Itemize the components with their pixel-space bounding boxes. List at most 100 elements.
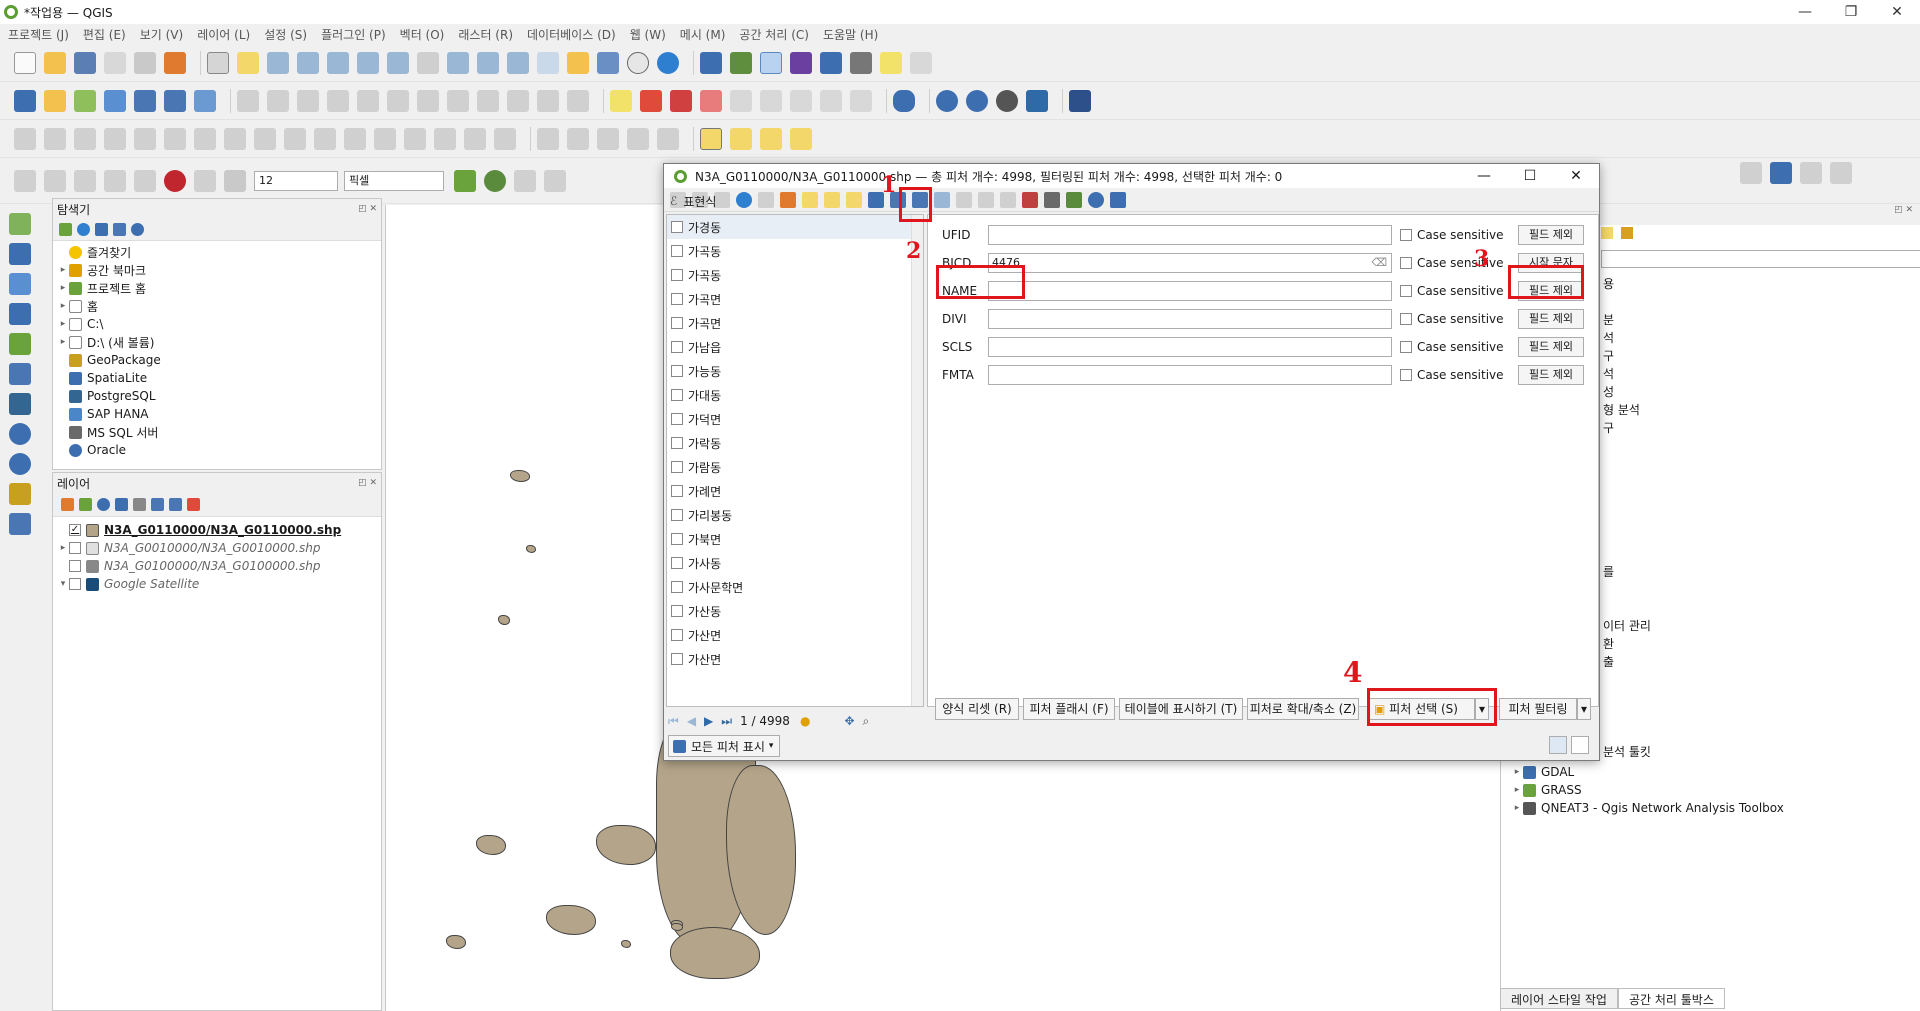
layer-visibility-checkbox[interactable] — [69, 578, 81, 590]
collapse-all-icon[interactable] — [113, 223, 126, 236]
new-layout-icon[interactable] — [104, 51, 126, 74]
layer-visibility-checkbox[interactable] — [69, 560, 81, 572]
python-console-icon[interactable] — [1026, 89, 1048, 112]
overflow-icon[interactable] — [1800, 162, 1822, 184]
browser-item-mssql[interactable]: MS SQL 서버 — [57, 423, 381, 441]
new-3d-view-icon[interactable] — [537, 51, 559, 74]
divi-input[interactable] — [988, 309, 1392, 329]
menu-vector[interactable]: 벡터 (O) — [400, 26, 445, 43]
snap-mode-icon[interactable] — [44, 169, 66, 192]
menu-settings[interactable]: 설정 (S) — [264, 26, 307, 43]
add-virtual-layer-icon[interactable] — [9, 483, 31, 505]
menu-web[interactable]: 웹 (W) — [630, 26, 666, 43]
layout-manager-icon[interactable] — [134, 51, 156, 74]
move-icon[interactable]: ✥ — [844, 714, 854, 728]
case-sensitive-checkbox[interactable]: Case sensitive — [1400, 228, 1518, 242]
add-wfs-layer-icon[interactable] — [9, 453, 31, 475]
field-calculator-icon[interactable] — [1044, 191, 1060, 208]
case-sensitive-checkbox[interactable]: Case sensitive — [1400, 256, 1518, 270]
layer-item-g0110000[interactable]: ✓ N3A_G0110000/N3A_G0110000.shp — [57, 521, 381, 539]
zoom-full-icon[interactable] — [327, 51, 349, 74]
list-item[interactable]: 가곡동 — [667, 263, 923, 287]
temporal-clock-icon[interactable] — [627, 51, 649, 74]
zoom-selected-icon[interactable] — [934, 191, 950, 208]
tracing-icon[interactable] — [194, 169, 216, 192]
identify-icon[interactable] — [700, 51, 722, 74]
list-item[interactable]: 가능동 — [667, 359, 923, 383]
case-sensitive-checkbox[interactable]: Case sensitive — [1400, 368, 1518, 382]
vertex-tool-icon[interactable] — [357, 89, 379, 112]
add-delimited-icon[interactable] — [134, 89, 156, 112]
zoom-layer-icon[interactable] — [387, 51, 409, 74]
change-label-icon[interactable] — [790, 89, 812, 112]
list-item[interactable]: 가곡동 — [667, 239, 923, 263]
delete-ring-icon[interactable] — [194, 127, 216, 150]
zoom-next-icon[interactable] — [477, 51, 499, 74]
restore-button[interactable]: ❐ — [1828, 4, 1874, 20]
add-mesh-layer-icon[interactable] — [9, 273, 31, 295]
paste-icon[interactable] — [507, 89, 529, 112]
settings-gear-icon[interactable] — [760, 51, 782, 74]
merge-attributes-icon[interactable] — [404, 127, 426, 150]
reload-icon[interactable] — [736, 191, 752, 208]
tab-processing-toolbox[interactable]: 공간 처리 툴박스 — [1617, 988, 1725, 1009]
layer-style-icon[interactable] — [61, 498, 74, 511]
toolbox-history-icon[interactable] — [1601, 227, 1613, 239]
new-map-view-icon[interactable] — [507, 51, 529, 74]
list-item[interactable]: 가곡면 — [667, 311, 923, 335]
browser-item-favorites[interactable]: 즐겨찾기 — [57, 243, 381, 261]
snap-tolerance-input[interactable]: 12 — [254, 170, 338, 191]
move-label-icon[interactable] — [730, 89, 752, 112]
panel-float-close-icon[interactable]: ◰ ✕ — [358, 204, 377, 214]
toggle-edit-icon[interactable] — [267, 89, 289, 112]
style-manager-icon[interactable] — [164, 51, 186, 74]
web-globe-2-icon[interactable] — [966, 89, 988, 112]
menu-help[interactable]: 도움말 (H) — [823, 26, 878, 43]
layer-item-google-satellite[interactable]: ▾ Google Satellite — [57, 575, 381, 593]
search-icon[interactable]: ⌕ — [863, 714, 870, 729]
list-item[interactable]: 가리봉동 — [667, 503, 923, 527]
copy-icon[interactable] — [477, 89, 499, 112]
browser-item-spatialite[interactable]: SpatiaLite — [57, 369, 381, 387]
add-raster-icon[interactable] — [104, 89, 126, 112]
list-item[interactable]: 가덕면 — [667, 407, 923, 431]
browser-item-project-home[interactable]: ▸ 프로젝트 홈 — [57, 279, 381, 297]
reshape-icon[interactable] — [254, 127, 276, 150]
delete-selected-icon[interactable] — [417, 89, 439, 112]
close-button[interactable]: ✕ — [1874, 4, 1920, 20]
filter-dropdown-arrow[interactable]: ▾ — [1577, 698, 1591, 720]
label-props-icon[interactable] — [820, 89, 842, 112]
list-item[interactable]: 가남읍 — [667, 335, 923, 359]
delete-part-icon[interactable] — [224, 127, 246, 150]
text-annotation-icon[interactable] — [1770, 162, 1792, 184]
tab-layer-styling[interactable]: 레이어 스타일 작업 — [1500, 988, 1618, 1009]
save-edits-icon[interactable] — [714, 191, 730, 208]
rotate-label-icon[interactable] — [760, 89, 782, 112]
toolbox-options-icon[interactable] — [1621, 227, 1633, 239]
undo-icon[interactable] — [537, 89, 559, 112]
pan-hand-icon[interactable] — [207, 51, 229, 74]
list-item[interactable]: 가곡면 — [667, 287, 923, 311]
merge-features-icon[interactable] — [374, 127, 396, 150]
reset-form-button[interactable]: 양식 리셋 (R) — [935, 698, 1019, 720]
zoom-selection-icon[interactable] — [357, 51, 379, 74]
browser-item-saphana[interactable]: SAP HANA — [57, 405, 381, 423]
diagram-icon[interactable] — [850, 89, 872, 112]
list-item[interactable]: 가례면 — [667, 479, 923, 503]
attribute-table-icon[interactable] — [730, 51, 752, 74]
list-item[interactable]: 가람동 — [667, 455, 923, 479]
browser-item-postgresql[interactable]: PostgreSQL — [57, 387, 381, 405]
advanced-digitize-icon[interactable] — [14, 127, 36, 150]
add-spatialite-icon[interactable] — [9, 363, 31, 385]
pan-to-selection-icon[interactable] — [237, 51, 259, 74]
save-edits-icon[interactable] — [297, 89, 319, 112]
split-features-icon[interactable] — [314, 127, 336, 150]
show-label-icon[interactable] — [700, 89, 722, 112]
flash-features-button[interactable]: 피처 플래시 (F) — [1023, 698, 1115, 720]
deselect-all-icon[interactable] — [846, 191, 862, 208]
panel-float-close-icon[interactable]: ◰ ✕ — [358, 478, 377, 488]
provider-gdal[interactable]: ▸ GDAL — [1511, 763, 1784, 781]
fmta-input[interactable] — [988, 365, 1392, 385]
menu-mesh[interactable]: 메시 (M) — [680, 26, 726, 43]
topology-icon[interactable] — [454, 169, 476, 192]
